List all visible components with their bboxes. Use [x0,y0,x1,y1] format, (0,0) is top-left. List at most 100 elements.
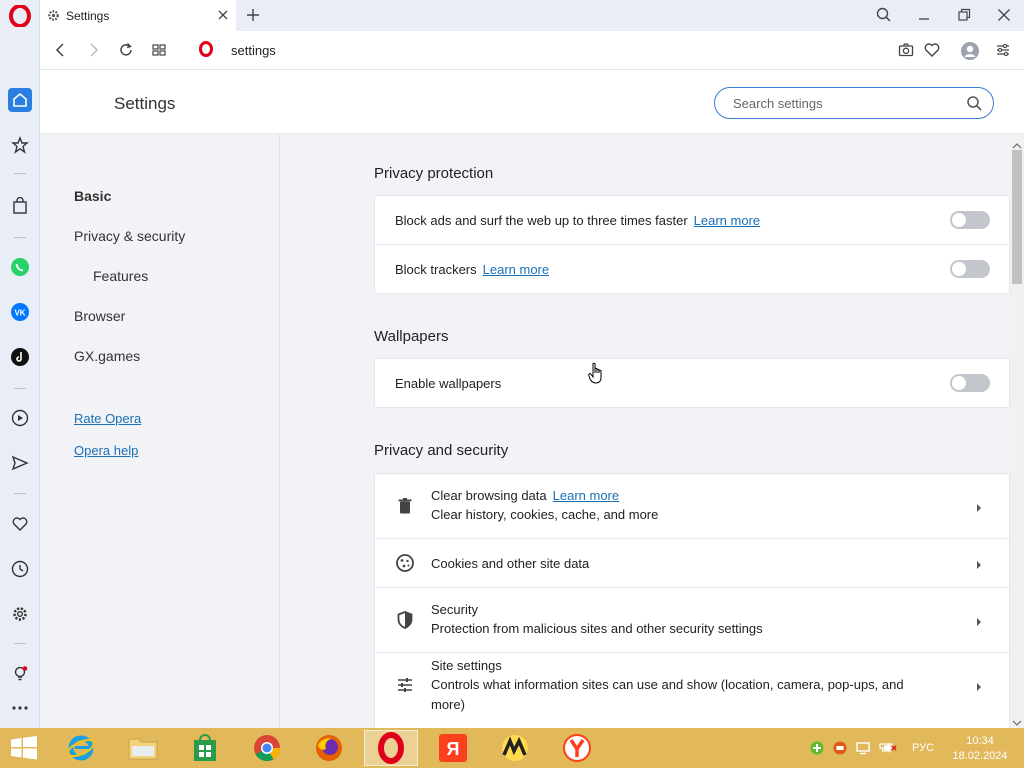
camera-icon[interactable] [897,41,915,59]
heart-icon[interactable] [8,512,32,536]
close-window-button[interactable] [995,6,1013,24]
scroll-up-icon[interactable] [1012,138,1022,149]
nav-item-basic[interactable]: Basic [74,188,111,204]
clear-browsing-data-row[interactable]: Clear browsing data Learn more Clear hist… [375,474,1009,539]
opera-sidebar: VK [0,0,40,728]
whatsapp-icon[interactable] [8,255,32,279]
cookies-row[interactable]: Cookies and other site data [375,539,1009,588]
player-icon[interactable] [8,406,32,430]
bookmark-heart-icon[interactable] [923,41,941,59]
tray-clock[interactable]: 10:34 18.02.2024 [952,734,1008,764]
tray-monitor-icon[interactable] [856,741,870,755]
enable-wallpapers-row[interactable]: Enable wallpapers [375,359,1009,407]
tab-settings[interactable]: Settings [40,0,236,31]
tray-volume-muted-icon[interactable] [883,741,897,755]
easy-setup-icon[interactable] [994,41,1012,59]
back-button[interactable] [52,41,70,59]
tray-plus-icon[interactable] [810,741,824,755]
search-input[interactable] [733,94,953,112]
tray-time: 10:34 [966,735,994,747]
rate-opera-link[interactable]: Rate Opera [74,411,141,426]
new-tab-button[interactable] [244,6,262,24]
site-settings-title: Site settings [431,658,502,673]
firefox-icon[interactable] [302,730,356,766]
enable-wallpapers-label: Enable wallpapers [395,376,502,391]
site-settings-subtitle: Controls what information sites can use … [431,677,904,712]
privacy-security-card: Clear browsing data Learn more Clear hist… [374,473,1010,728]
opera-logo-icon[interactable] [8,4,32,28]
nav-item-browser[interactable]: Browser [74,308,125,324]
yandex-music-icon[interactable] [488,730,542,766]
yandex-icon[interactable] [550,730,604,766]
minimize-button[interactable] [915,6,933,24]
search-box[interactable] [714,87,994,119]
reload-button[interactable] [117,41,135,59]
learn-more-link[interactable]: Learn more [694,213,760,228]
restore-button[interactable] [955,6,973,24]
security-title: Security [431,602,478,617]
internet-explorer-icon[interactable] [54,730,108,766]
gear-icon[interactable] [8,602,32,626]
profile-avatar-icon[interactable] [960,41,979,60]
opera-help-link[interactable]: Opera help [74,443,138,458]
chevron-right-icon [975,615,983,626]
tray-app-icon[interactable] [833,741,847,755]
chevron-right-icon [975,501,983,512]
nav-item-features[interactable]: Features [93,268,148,284]
more-icon[interactable] [8,696,32,720]
page-title: Settings [114,94,176,113]
chrome-icon[interactable] [240,730,294,766]
block-ads-label: Block ads and surf the web up to three t… [395,213,761,228]
yandex-browser-icon[interactable]: Я [426,730,480,766]
tab-grid-icon[interactable] [150,41,168,59]
tab-search-icon[interactable] [875,6,893,24]
privacy-protection-card: Block ads and surf the web up to three t… [374,195,1010,294]
home-icon[interactable] [8,88,32,112]
tray-date: 18.02.2024 [952,750,1008,762]
nav-item-gx-games[interactable]: GX.games [74,348,140,364]
settings-content: Privacy protection Block ads and surf th… [280,134,1010,728]
security-subtitle: Protection from malicious sites and othe… [431,621,763,636]
block-trackers-row[interactable]: Block trackers Learn more [375,245,1009,293]
scrollbar[interactable] [1010,134,1024,728]
svg-text:VK: VK [14,309,25,318]
address-bar: settings [40,31,1024,70]
block-trackers-toggle[interactable] [950,260,990,278]
opera-taskbar-icon[interactable] [364,730,418,766]
history-icon[interactable] [8,557,32,581]
learn-more-link[interactable]: Learn more [483,262,549,277]
sidebar-separator [14,643,26,644]
opera-site-icon [198,41,216,59]
tray-language[interactable]: РУС [912,742,934,754]
lightbulb-icon[interactable] [8,662,32,686]
chevron-right-icon [975,558,983,569]
send-icon[interactable] [8,451,32,475]
taskbar: Я РУС 10:34 18.02.2024 [0,728,1024,768]
store-icon[interactable] [178,730,232,766]
block-ads-toggle[interactable] [950,211,990,229]
sidebar-separator [14,173,26,174]
tiktok-icon[interactable] [8,345,32,369]
learn-more-link[interactable]: Learn more [553,488,619,503]
security-row[interactable]: Security Protection from malicious sites… [375,588,1009,653]
url-text[interactable]: settings [231,43,276,58]
block-ads-row[interactable]: Block ads and surf the web up to three t… [375,196,1009,245]
section-title-privacy-protection: Privacy protection [374,165,494,182]
search-icon[interactable] [966,95,983,112]
nav-item-privacy-security[interactable]: Privacy & security [74,228,185,244]
star-icon[interactable] [8,133,32,157]
enable-wallpapers-toggle[interactable] [950,374,990,392]
vk-icon[interactable]: VK [8,300,32,324]
file-explorer-icon[interactable] [116,730,170,766]
settings-nav: Basic Privacy & security Features Browse… [40,134,280,728]
gear-icon [47,9,60,22]
sliders-icon [395,675,415,695]
scroll-thumb[interactable] [1012,150,1022,284]
windows-start-icon[interactable] [10,736,38,760]
cookies-title: Cookies and other site data [431,556,590,571]
close-tab-icon[interactable] [216,8,230,22]
shopping-bag-icon[interactable] [8,194,32,218]
scroll-down-icon[interactable] [1012,715,1022,726]
site-settings-row[interactable]: Site settings Controls what information … [375,653,1009,718]
forward-button[interactable] [84,41,102,59]
